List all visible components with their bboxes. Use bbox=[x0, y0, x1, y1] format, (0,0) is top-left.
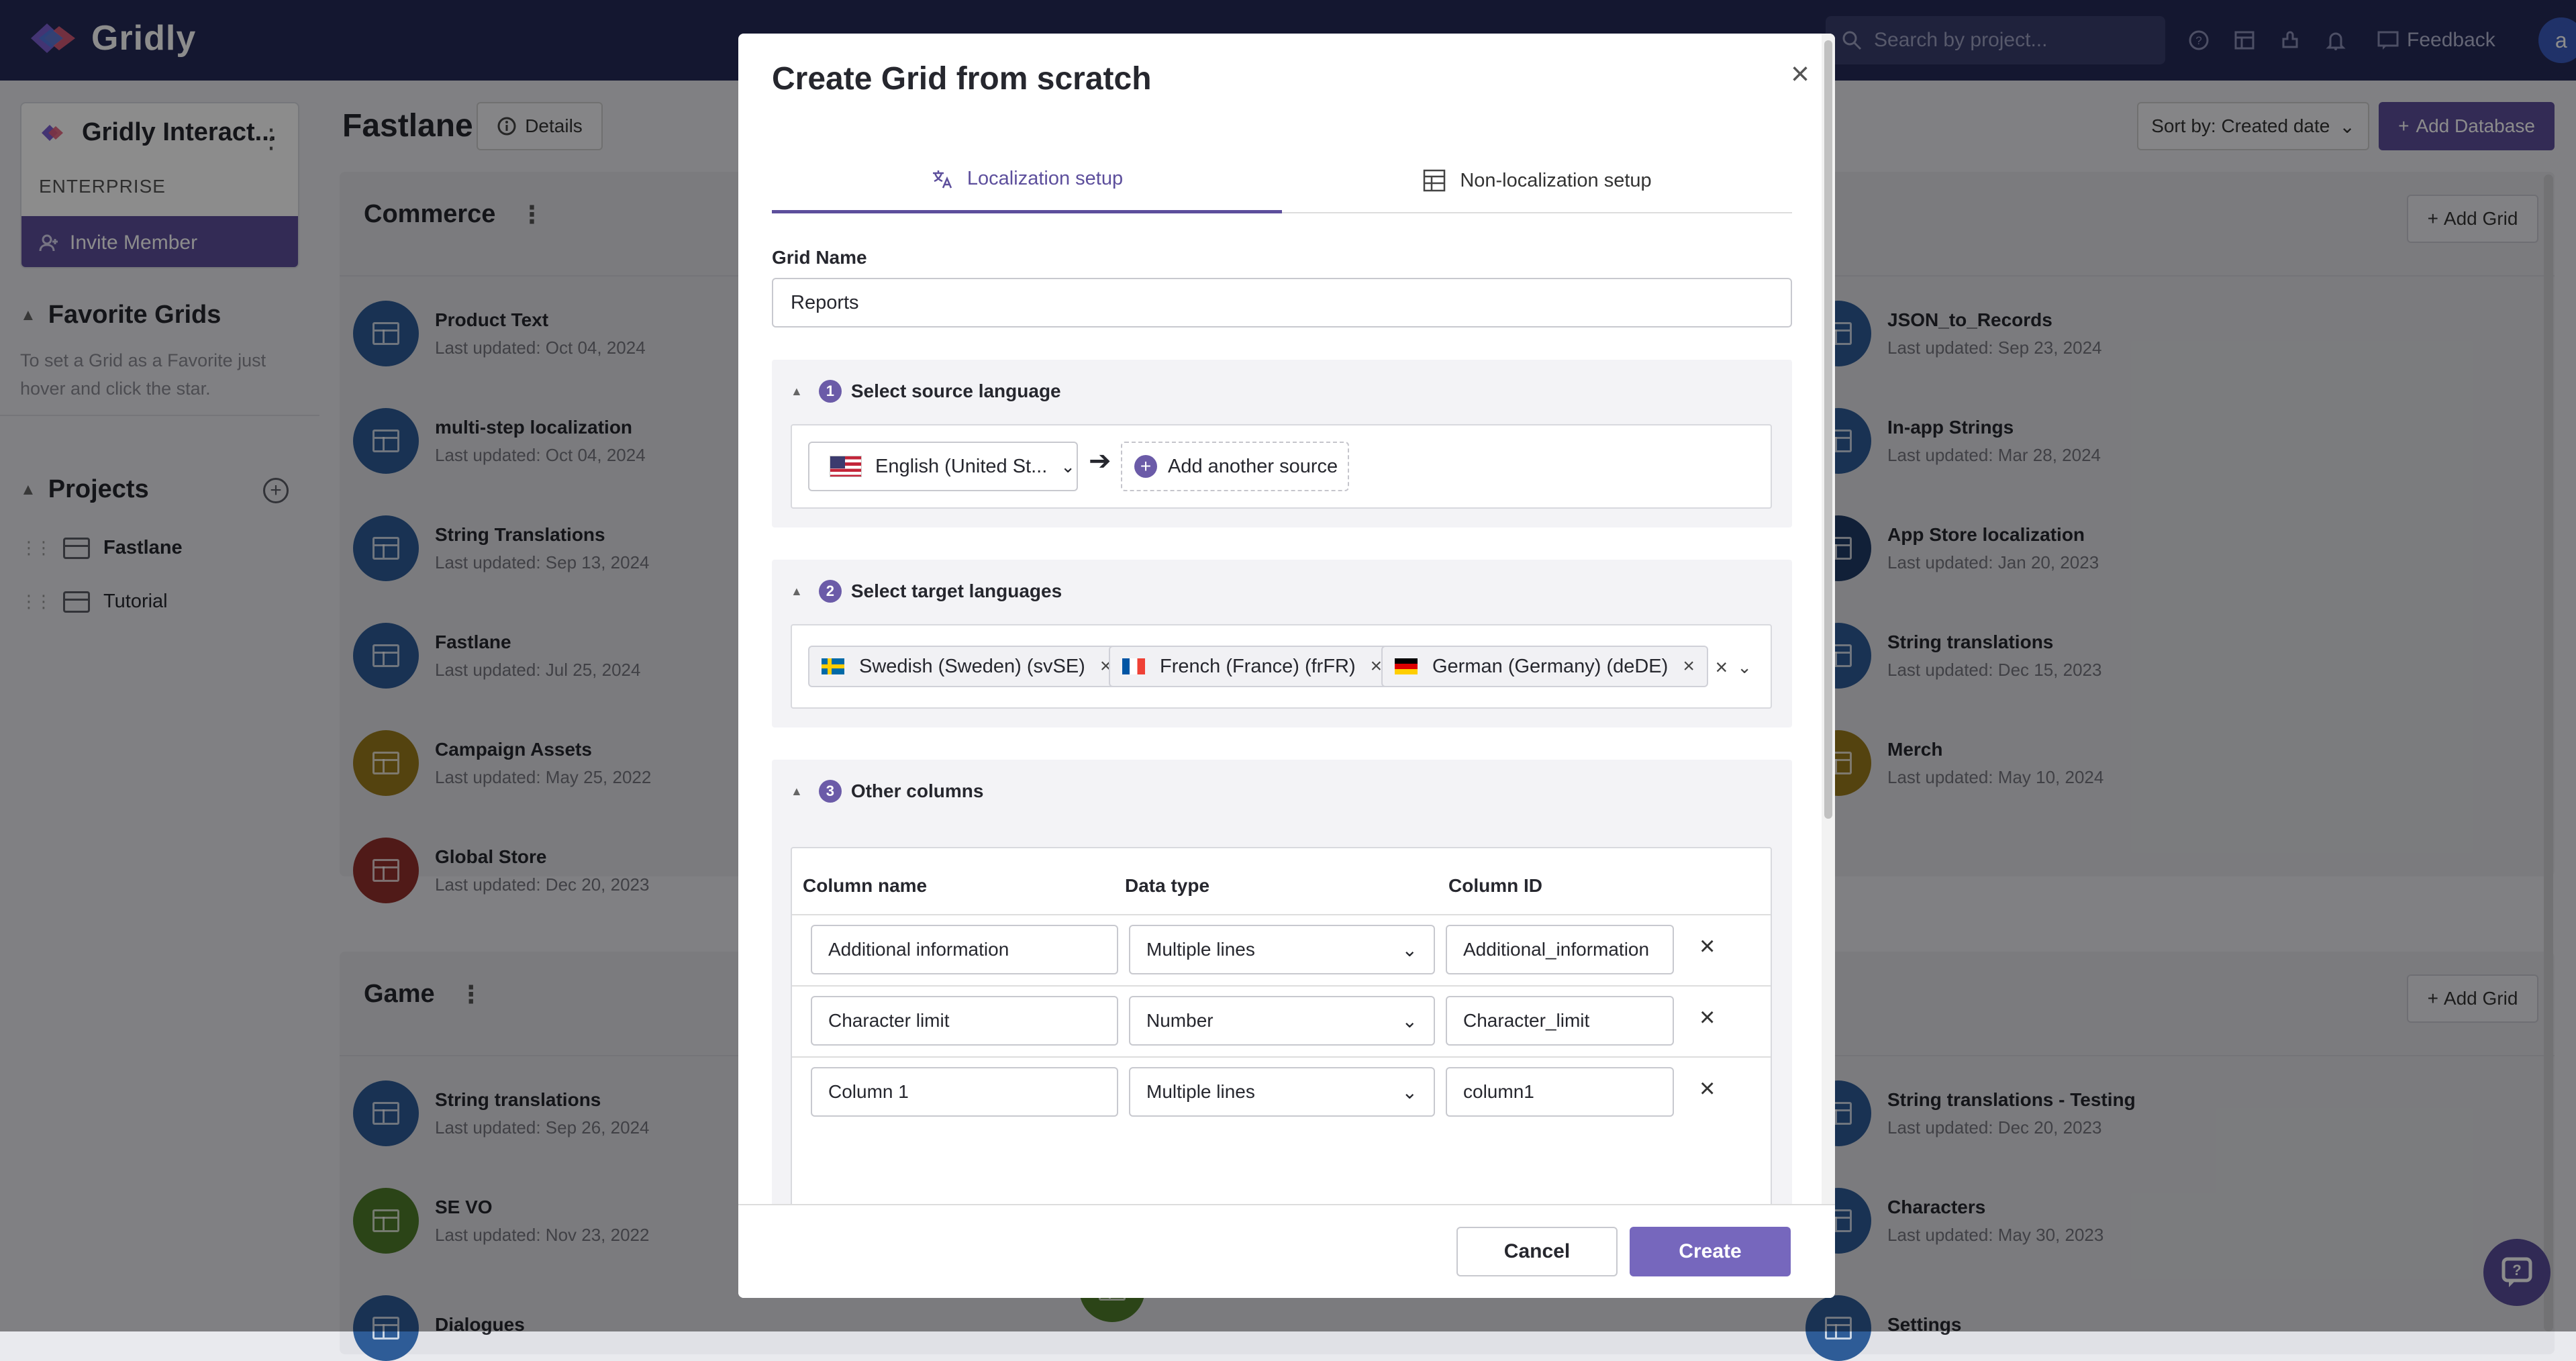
dialog-scrollbar[interactable] bbox=[1822, 34, 1835, 1204]
chevron-down-icon: ⌄ bbox=[1401, 939, 1418, 960]
target-chip-frFR: French (France) (frFR) × bbox=[1109, 646, 1396, 687]
step-title: Select target languages bbox=[850, 581, 1062, 601]
data-type-select[interactable]: Number ⌄ bbox=[1129, 996, 1435, 1046]
column-id-input[interactable]: column1 bbox=[1446, 1067, 1674, 1117]
table-divider bbox=[792, 1056, 1771, 1058]
tab-non-localization-setup[interactable]: Non-localization setup bbox=[1282, 148, 1792, 213]
dialog-footer: Cancel Create bbox=[738, 1204, 1835, 1298]
tab-localization-setup[interactable]: Localization setup bbox=[772, 148, 1282, 213]
step-target-languages: ▲ 2 Select target languages Swedish (Swe… bbox=[772, 560, 1792, 727]
step-header[interactable]: ▲ 1 Select source language bbox=[791, 380, 1061, 403]
collapse-caret-icon: ▲ bbox=[791, 584, 803, 598]
column-name-input[interactable]: Column 1 bbox=[811, 1067, 1118, 1117]
chevron-down-icon[interactable]: ⌄ bbox=[1737, 657, 1752, 678]
sweden-flag-icon bbox=[822, 658, 844, 674]
other-columns-table: Column name Data type Column ID Addition… bbox=[791, 847, 1772, 1250]
step-title: Select source language bbox=[850, 381, 1061, 401]
step-header[interactable]: ▲ 2 Select target languages bbox=[791, 580, 1062, 603]
grid-name-input[interactable]: Reports bbox=[772, 278, 1792, 327]
us-flag-icon bbox=[830, 456, 862, 477]
close-icon[interactable]: × bbox=[1780, 54, 1820, 94]
collapse-caret-icon: ▲ bbox=[791, 784, 803, 798]
target-controls: × ⌄ bbox=[1716, 655, 1752, 680]
create-grid-dialog: Create Grid from scratch × Localization … bbox=[738, 34, 1835, 1298]
scrollbar-thumb[interactable] bbox=[1824, 40, 1832, 819]
target-languages-box[interactable]: Swedish (Sweden) (svSE) × French (France… bbox=[791, 624, 1772, 709]
germany-flag-icon bbox=[1395, 658, 1418, 674]
remove-chip-icon[interactable]: × bbox=[1683, 655, 1695, 678]
plus-icon: + bbox=[1134, 455, 1157, 478]
step-number: 2 bbox=[818, 580, 842, 603]
arrow-right-icon: ➔ bbox=[1089, 446, 1111, 476]
step-source-language: ▲ 1 Select source language English (Unit… bbox=[772, 360, 1792, 527]
remove-row-icon[interactable]: × bbox=[1699, 1003, 1715, 1033]
tab-label: Non-localization setup bbox=[1460, 169, 1652, 191]
data-type-header: Data type bbox=[1125, 875, 1210, 896]
column-id-header: Column ID bbox=[1448, 875, 1542, 896]
target-chip-deDE: German (Germany) (deDE) × bbox=[1381, 646, 1708, 687]
data-type-value: Multiple lines bbox=[1146, 1081, 1255, 1102]
step-number: 1 bbox=[818, 380, 842, 403]
create-button[interactable]: Create bbox=[1630, 1227, 1791, 1276]
source-language-value: English (United St... bbox=[875, 455, 1048, 477]
column-name-header: Column name bbox=[803, 875, 928, 896]
data-type-select[interactable]: Multiple lines ⌄ bbox=[1129, 925, 1435, 974]
table-icon bbox=[1424, 169, 1446, 192]
collapse-caret-icon: ▲ bbox=[791, 384, 803, 398]
add-another-source-button[interactable]: + Add another source bbox=[1121, 442, 1349, 491]
column-name-input[interactable]: Character limit bbox=[811, 996, 1118, 1046]
step-header[interactable]: ▲ 3 Other columns bbox=[791, 780, 983, 803]
dialog-title: Create Grid from scratch bbox=[772, 61, 1152, 97]
france-flag-icon bbox=[1122, 658, 1145, 674]
column-id-input[interactable]: Additional_information bbox=[1446, 925, 1674, 974]
data-type-value: Number bbox=[1146, 1010, 1213, 1031]
translate-icon bbox=[932, 170, 952, 188]
target-chip-svSE: Swedish (Sweden) (svSE) × bbox=[808, 646, 1126, 687]
chevron-down-icon: ⌄ bbox=[1401, 1081, 1418, 1103]
clear-all-icon[interactable]: × bbox=[1716, 655, 1728, 680]
data-type-select[interactable]: Multiple lines ⌄ bbox=[1129, 1067, 1435, 1117]
grid-name-label: Grid Name bbox=[772, 247, 867, 268]
column-name-input[interactable]: Additional information bbox=[811, 925, 1118, 974]
chevron-down-icon: ⌄ bbox=[1060, 456, 1076, 476]
chip-label: French (France) (frFR) bbox=[1160, 655, 1356, 677]
remove-row-icon[interactable]: × bbox=[1699, 931, 1715, 962]
add-source-label: Add another source bbox=[1168, 455, 1338, 477]
chip-label: Swedish (Sweden) (svSE) bbox=[859, 655, 1085, 677]
tab-label: Localization setup bbox=[967, 168, 1124, 189]
step-number: 3 bbox=[818, 780, 842, 803]
source-language-box: English (United St... ⌄ ➔ + Add another … bbox=[791, 424, 1772, 509]
setup-tabs: Localization setup Non-localization setu… bbox=[772, 148, 1792, 213]
remove-row-icon[interactable]: × bbox=[1699, 1074, 1715, 1104]
source-language-select[interactable]: English (United St... ⌄ bbox=[808, 442, 1078, 491]
step-title: Other columns bbox=[850, 780, 984, 801]
table-divider bbox=[792, 985, 1771, 987]
cancel-button[interactable]: Cancel bbox=[1456, 1227, 1618, 1276]
table-divider bbox=[792, 914, 1771, 915]
chip-label: German (Germany) (deDE) bbox=[1432, 655, 1669, 677]
chevron-down-icon: ⌄ bbox=[1401, 1010, 1418, 1031]
data-type-value: Multiple lines bbox=[1146, 939, 1255, 960]
column-id-input[interactable]: Character_limit bbox=[1446, 996, 1674, 1046]
remove-chip-icon[interactable]: × bbox=[1371, 655, 1383, 678]
